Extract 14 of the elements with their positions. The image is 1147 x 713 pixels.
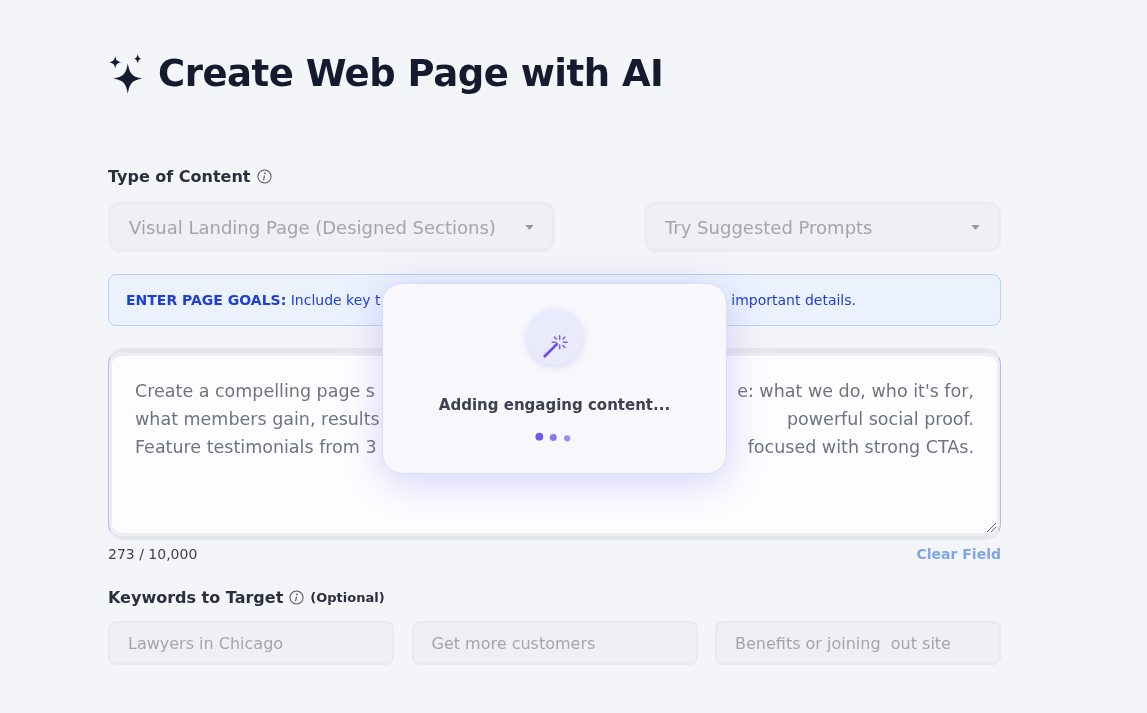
optional-note: (Optional) <box>310 590 385 605</box>
character-count: 273 / 10,000 <box>108 546 198 562</box>
prompt-text: powerful social proof. <box>787 408 974 431</box>
page-title: Create Web Page with AI <box>158 52 664 95</box>
prompt-text: what members gain, results <box>135 408 380 431</box>
loading-message: Adding engaging content... <box>438 396 671 414</box>
field-label: Keywords to Target <box>108 588 284 607</box>
banner-text: ENTER PAGE GOALS: Include key t <box>126 292 381 308</box>
prompt-text: focused with strong CTAs. <box>747 436 974 459</box>
banner-text: important details. <box>731 292 856 308</box>
prompt-text: e: what we do, who it's for, <box>737 380 974 403</box>
field-label: Type of Content <box>108 167 251 186</box>
prompt-text: Create a compelling page s <box>135 380 375 403</box>
prompt-text: Feature testimonials from 3 <box>135 436 377 459</box>
